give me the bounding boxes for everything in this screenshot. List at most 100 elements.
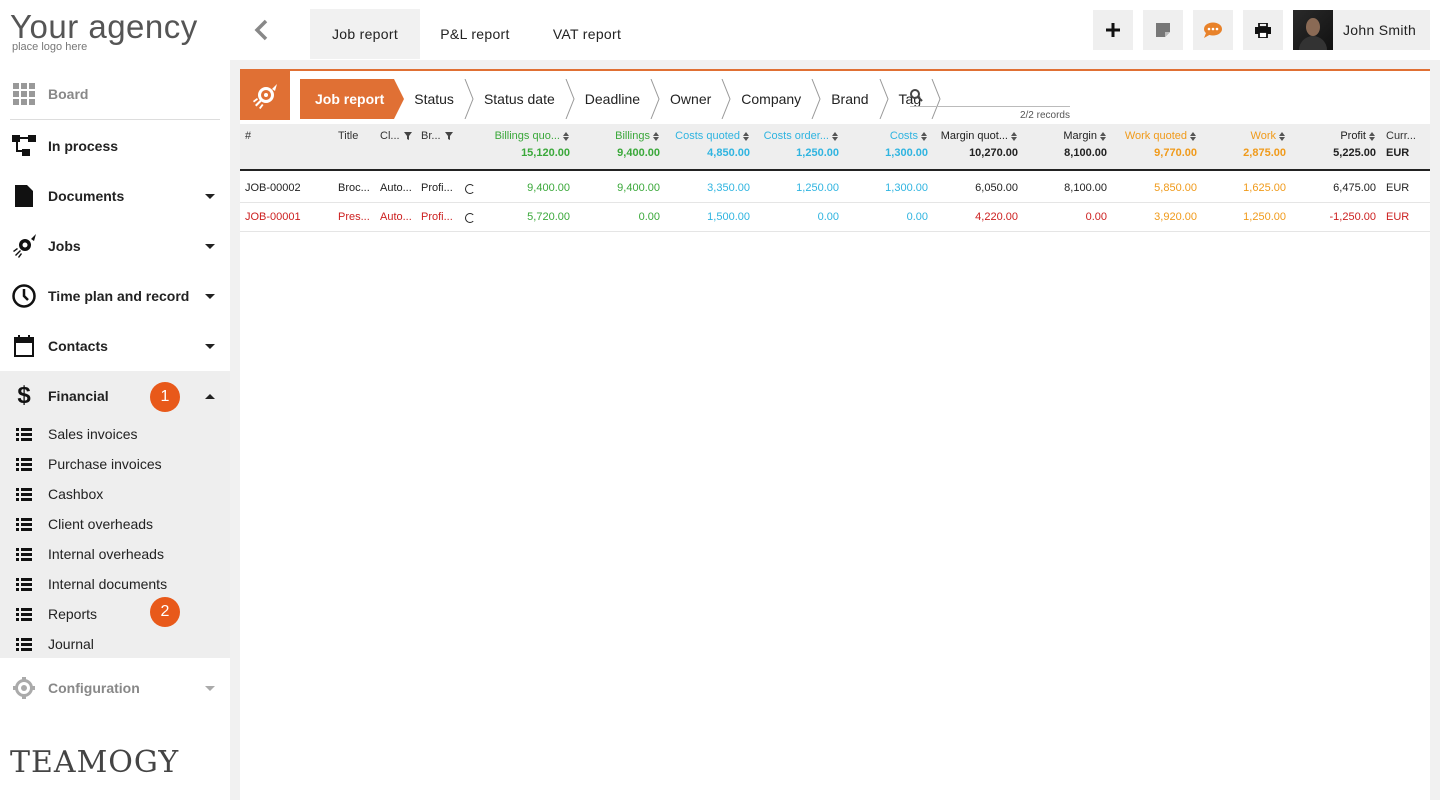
cell-currency: EUR — [1386, 211, 1410, 223]
back-button[interactable] — [250, 16, 272, 44]
col-header-profit[interactable]: Profit — [1286, 130, 1376, 142]
col-header-work-quoted[interactable]: Work quoted — [1107, 130, 1197, 142]
report-panel: Job report Status Status date Deadline O… — [240, 69, 1430, 800]
sub-item-client-overheads[interactable]: Client overheads — [0, 509, 230, 539]
step-badge: 2 — [150, 597, 180, 627]
col-header-costs-quoted[interactable]: Costs quoted — [660, 130, 750, 142]
col-header-work[interactable]: Work — [1197, 130, 1286, 142]
header-label: Work — [1250, 130, 1276, 142]
cell-client: Auto... — [380, 182, 412, 194]
tab-job-report[interactable]: Job report — [310, 9, 420, 59]
nav-label: Time plan and record — [48, 288, 190, 304]
table-row[interactable]: JOB-00001 Pres... Auto... Profi... 5,720… — [240, 203, 1430, 232]
sub-item-label: Purchase invoices — [48, 456, 162, 472]
crumb-status[interactable]: Status — [404, 79, 464, 119]
calendar-icon — [0, 335, 48, 357]
sub-item-cashbox[interactable]: Cashbox — [0, 479, 230, 509]
divider — [10, 119, 220, 120]
report-settings-button[interactable] — [240, 71, 290, 120]
sort-icon — [1190, 131, 1197, 141]
nav-item-configuration[interactable]: Configuration — [0, 663, 230, 713]
cell-costs: 0.00 — [906, 211, 928, 223]
sort-icon — [653, 131, 660, 141]
list-icon — [0, 457, 48, 471]
user-menu[interactable]: John Smith — [1293, 10, 1430, 50]
col-header-costs[interactable]: Costs — [839, 130, 928, 142]
cell-costs-quoted: 1,500.00 — [707, 211, 750, 223]
col-header-billings[interactable]: Billings — [570, 130, 660, 142]
sub-item-journal[interactable]: Journal — [0, 629, 230, 659]
sub-item-label: Client overheads — [48, 516, 154, 532]
cell-billings-quoted: 9,400.00 — [527, 182, 570, 194]
cell-client: Auto... — [380, 211, 412, 223]
nav-item-board[interactable]: Board — [0, 69, 230, 119]
nav-item-in-process[interactable]: In process — [0, 121, 230, 171]
tab-pl-report[interactable]: P&L report — [420, 9, 530, 59]
nav-item-time-plan[interactable]: Time plan and record — [0, 271, 230, 321]
list-icon — [0, 487, 48, 501]
tab-vat-report[interactable]: VAT report — [532, 9, 642, 59]
col-header-costs-ordered[interactable]: Costs order... — [750, 130, 839, 142]
cell-billings: 0.00 — [638, 211, 660, 223]
col-header-currency[interactable]: Curr... — [1386, 130, 1416, 142]
flow-icon — [0, 135, 48, 157]
nav-label: Jobs — [48, 238, 81, 254]
cell-currency: EUR — [1386, 182, 1410, 194]
col-header-billings-quoted[interactable]: Billings quo... — [480, 130, 570, 142]
chat-button[interactable] — [1193, 10, 1233, 50]
add-button[interactable] — [1093, 10, 1133, 50]
note-button[interactable] — [1143, 10, 1183, 50]
sub-item-internal-documents[interactable]: Internal documents — [0, 569, 230, 599]
sub-item-reports[interactable]: Reports — [0, 599, 230, 629]
status-progress-icon — [465, 184, 475, 194]
total-margin: 8,100.00 — [1064, 147, 1107, 159]
header-label: Costs — [889, 130, 918, 142]
cell-job-number[interactable]: JOB-00002 — [245, 182, 301, 194]
crumb-company[interactable]: Company — [731, 79, 811, 119]
table-header: # Title Cl... Br... Billings quo... Bill… — [240, 124, 1430, 171]
crumb-brand[interactable]: Brand — [821, 79, 878, 119]
chevron-separator-icon — [565, 79, 575, 119]
nav-item-financial[interactable]: $ Financial — [0, 371, 230, 421]
col-header-client[interactable]: Cl... — [380, 130, 412, 142]
nav-item-contacts[interactable]: Contacts — [0, 321, 230, 371]
chevron-separator-icon — [721, 79, 731, 119]
total-costs-ordered: 1,250.00 — [796, 147, 839, 159]
col-header-margin-quoted[interactable]: Margin quot... — [928, 130, 1018, 142]
cell-title: Broc... — [338, 182, 370, 194]
sort-icon — [1100, 131, 1107, 141]
sort-icon — [1369, 131, 1376, 141]
crumb-job-report[interactable]: Job report — [300, 79, 395, 119]
header-label: Profit — [1340, 130, 1366, 142]
sub-item-purchase-invoices[interactable]: Purchase invoices — [0, 449, 230, 479]
print-button[interactable] — [1243, 10, 1283, 50]
nav-label: Documents — [48, 188, 125, 204]
chat-icon — [1204, 22, 1222, 38]
cell-margin: 8,100.00 — [1064, 182, 1107, 194]
search-input[interactable] — [910, 87, 1070, 107]
nav-item-documents[interactable]: Documents — [0, 171, 230, 221]
rocket-gear-icon — [253, 83, 277, 109]
col-header-num[interactable]: # — [245, 130, 251, 142]
sub-item-internal-overheads[interactable]: Internal overheads — [0, 539, 230, 569]
cell-work-quoted: 3,920.00 — [1154, 211, 1197, 223]
table-row[interactable]: JOB-00002 Broc... Auto... Profi... 9,400… — [240, 174, 1430, 203]
cell-costs: 1,300.00 — [885, 182, 928, 194]
nav-item-jobs[interactable]: Jobs — [0, 221, 230, 271]
total-billings-quoted: 15,120.00 — [521, 147, 570, 159]
cell-job-number[interactable]: JOB-00001 — [245, 211, 301, 223]
chevron-left-icon — [254, 19, 268, 41]
crumb-deadline[interactable]: Deadline — [575, 79, 650, 119]
cell-brand: Profi... — [421, 182, 453, 194]
print-icon — [1255, 22, 1271, 38]
list-icon — [0, 517, 48, 531]
search-icon — [910, 89, 923, 102]
crumb-status-date[interactable]: Status date — [474, 79, 565, 119]
crumb-owner[interactable]: Owner — [660, 79, 721, 119]
sub-item-sales-invoices[interactable]: Sales invoices — [0, 419, 230, 449]
col-header-brand[interactable]: Br... — [421, 130, 453, 142]
header-label: Billings — [615, 130, 650, 142]
gear-icon — [0, 677, 48, 699]
col-header-title[interactable]: Title — [338, 130, 358, 142]
col-header-margin[interactable]: Margin — [1018, 130, 1107, 142]
